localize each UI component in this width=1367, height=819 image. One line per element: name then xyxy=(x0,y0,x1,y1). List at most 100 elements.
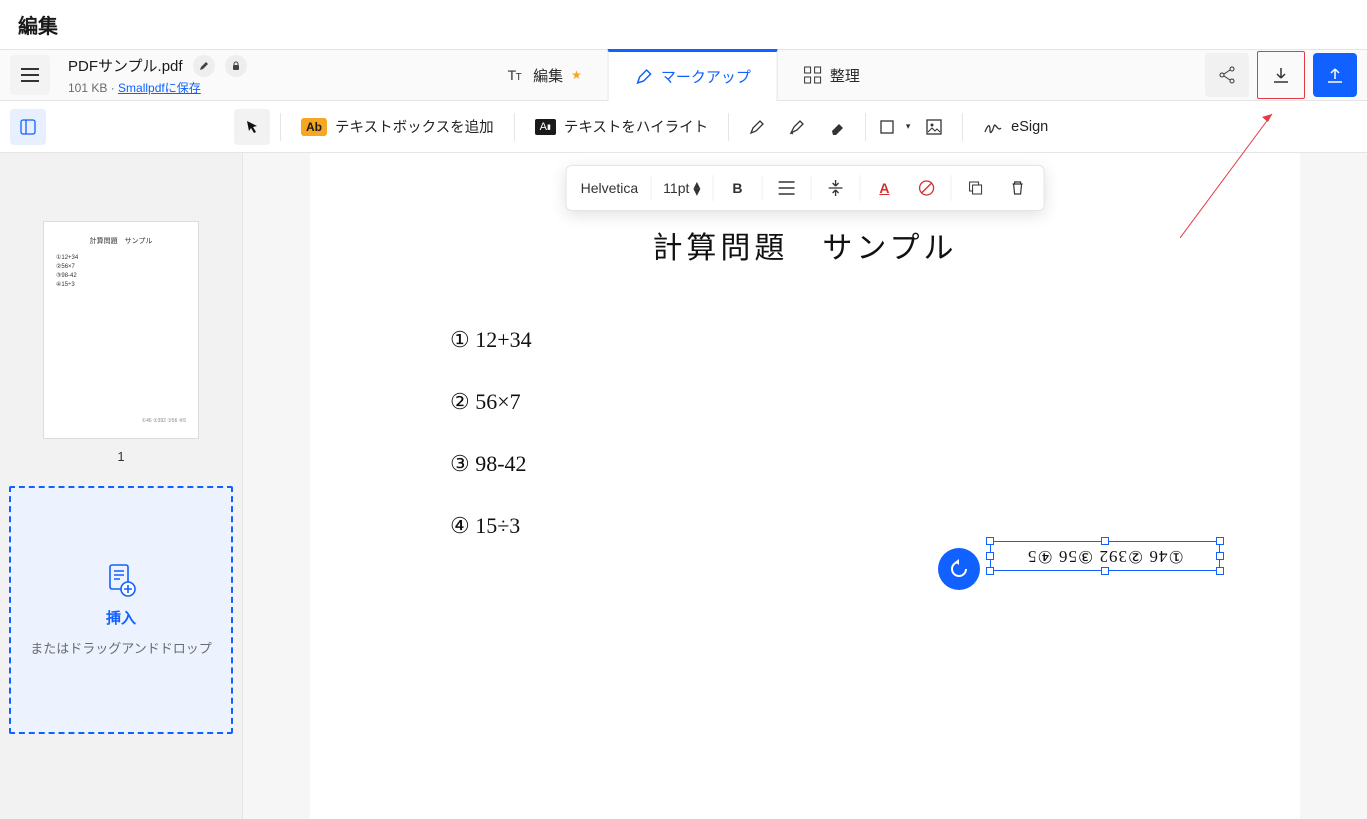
bold-button[interactable]: B xyxy=(717,170,757,206)
pencil-icon xyxy=(199,61,209,71)
textbox-badge-icon: Ab xyxy=(301,118,327,136)
align-button[interactable] xyxy=(766,170,806,206)
font-size-stepper[interactable]: ▴▾ xyxy=(693,181,700,195)
thumb-line: ③98-42 xyxy=(56,272,186,279)
file-subtitle: 101 KB · Smallpdfに保存 xyxy=(68,79,247,96)
chevron-down-icon: ▾ xyxy=(906,121,911,132)
duplicate-button[interactable] xyxy=(955,170,995,206)
rotate-button[interactable] xyxy=(938,548,980,590)
main-area: 計算問題 サンプル ①12+34 ②56×7 ③98-42 ④15÷3 ①46 … xyxy=(0,153,1367,819)
topbar: PDFサンプル.pdf 101 KB · Smallpdfに保存 TT 編集 ★… xyxy=(0,49,1367,101)
problem-list: ① 12+34 ② 56×7 ③ 98-42 ④ 15÷3 xyxy=(450,327,1300,539)
selected-textbox[interactable]: ①46 ②392 ③56 ④5 xyxy=(990,541,1220,571)
highlight-badge-icon: A▮ xyxy=(535,119,556,135)
highlight-tool[interactable]: A▮ テキストをハイライト xyxy=(525,109,718,145)
resize-handle[interactable] xyxy=(1216,552,1224,560)
font-size-select[interactable]: 11pt ▴▾ xyxy=(655,170,708,206)
insert-page-dropzone[interactable]: 挿入 またはドラッグアンドドロップ xyxy=(9,486,233,734)
resize-handle[interactable] xyxy=(1101,567,1109,575)
tab-markup[interactable]: マークアップ xyxy=(608,49,778,101)
pdf-page[interactable]: 計算問題 サンプル ① 12+34 ② 56×7 ③ 98-42 ④ 15÷3 … xyxy=(310,153,1300,819)
highlight-label: テキストをハイライト xyxy=(564,116,708,137)
download-highlight xyxy=(1257,51,1305,99)
thumbnail-sidebar: 計算問題 サンプル ①12+34 ②56×7 ③98-42 ④15÷3 ①46 … xyxy=(0,153,243,819)
pencil-icon xyxy=(635,68,653,86)
problem-item: ② 56×7 xyxy=(450,389,1300,415)
tab-markup-label: マークアップ xyxy=(661,66,751,87)
image-tool[interactable] xyxy=(916,109,952,145)
canvas[interactable]: Helvetica 11pt ▴▾ B A 計算問題 サンプル ① 12+34 … xyxy=(243,153,1367,819)
thumb-line: ①12+34 xyxy=(56,254,186,261)
text-color-icon: A xyxy=(879,180,889,196)
eraser-tool[interactable] xyxy=(819,109,855,145)
add-textbox-label: テキストボックスを追加 xyxy=(335,116,494,137)
select-tool[interactable] xyxy=(234,109,270,145)
font-size-value: 11pt xyxy=(663,180,689,196)
save-link[interactable]: Smallpdfに保存 xyxy=(118,81,201,95)
mode-tabs: TT 編集 ★ マークアップ 整理 xyxy=(481,49,886,101)
add-textbox-tool[interactable]: Ab テキストボックスを追加 xyxy=(291,109,504,145)
text-format-toolbar: Helvetica 11pt ▴▾ B A xyxy=(566,165,1045,211)
resize-handle[interactable] xyxy=(1101,537,1109,545)
marker-tool[interactable] xyxy=(779,109,815,145)
delete-button[interactable] xyxy=(997,170,1037,206)
export-button[interactable] xyxy=(1313,53,1357,97)
download-icon xyxy=(1271,65,1291,85)
insert-page-icon xyxy=(106,563,136,597)
share-icon xyxy=(1217,65,1237,85)
grid-icon xyxy=(804,66,822,84)
tab-organize[interactable]: 整理 xyxy=(778,49,886,101)
shape-tool[interactable]: ▾ xyxy=(876,109,912,145)
problem-item: ③ 98-42 xyxy=(450,451,1300,477)
selected-text-content: ①46 ②392 ③56 ④5 xyxy=(1027,546,1184,566)
resize-handle[interactable] xyxy=(1216,537,1224,545)
panel-toggle[interactable] xyxy=(10,109,46,145)
markup-toolbar: Ab テキストボックスを追加 A▮ テキストをハイライト ▾ eSign xyxy=(0,101,1367,153)
pen-icon xyxy=(747,117,767,137)
top-actions xyxy=(1205,51,1357,99)
thumb-line: ④15÷3 xyxy=(56,281,186,288)
valign-icon xyxy=(828,180,842,196)
insert-title: 挿入 xyxy=(106,607,136,628)
app-title: 編集 xyxy=(0,0,1367,49)
align-icon xyxy=(778,181,794,195)
share-button[interactable] xyxy=(1205,53,1249,97)
thumb-line: ②56×7 xyxy=(56,263,186,270)
menu-button[interactable] xyxy=(10,55,50,95)
eraser-icon xyxy=(827,117,847,137)
svg-text:T: T xyxy=(515,72,521,83)
page-thumbnail[interactable]: 計算問題 サンプル ①12+34 ②56×7 ③98-42 ④15÷3 ①46 … xyxy=(43,221,199,439)
resize-handle[interactable] xyxy=(986,567,994,575)
download-button[interactable] xyxy=(1259,53,1303,97)
pen-tool[interactable] xyxy=(739,109,775,145)
resize-handle[interactable] xyxy=(986,552,994,560)
rename-button[interactable] xyxy=(193,55,215,77)
tab-edit[interactable]: TT 編集 ★ xyxy=(481,49,608,101)
file-info: PDFサンプル.pdf 101 KB · Smallpdfに保存 xyxy=(68,55,247,96)
page-number: 1 xyxy=(117,449,124,464)
resize-handle[interactable] xyxy=(1216,567,1224,575)
no-fill-icon xyxy=(917,179,935,197)
no-fill-button[interactable] xyxy=(906,170,946,206)
text-edit-icon: TT xyxy=(507,66,525,84)
cursor-icon xyxy=(244,119,260,135)
file-name: PDFサンプル.pdf xyxy=(68,55,183,76)
esign-label: eSign xyxy=(1011,119,1048,135)
copy-icon xyxy=(967,180,983,196)
lock-icon xyxy=(231,61,241,71)
lock-button[interactable] xyxy=(225,55,247,77)
text-color-button[interactable]: A xyxy=(864,170,904,206)
trash-icon xyxy=(1009,180,1025,196)
star-icon: ★ xyxy=(571,68,582,82)
tab-edit-label: 編集 xyxy=(533,65,563,86)
font-family-select[interactable]: Helvetica xyxy=(573,170,647,206)
thumb-title: 計算問題 サンプル xyxy=(56,236,186,246)
bold-icon: B xyxy=(732,180,742,196)
resize-handle[interactable] xyxy=(986,537,994,545)
esign-tool[interactable]: eSign xyxy=(973,109,1058,145)
signature-icon xyxy=(983,118,1003,136)
valign-button[interactable] xyxy=(815,170,855,206)
upload-icon xyxy=(1325,65,1345,85)
problem-item: ④ 15÷3 xyxy=(450,513,1300,539)
marker-icon xyxy=(787,117,807,137)
